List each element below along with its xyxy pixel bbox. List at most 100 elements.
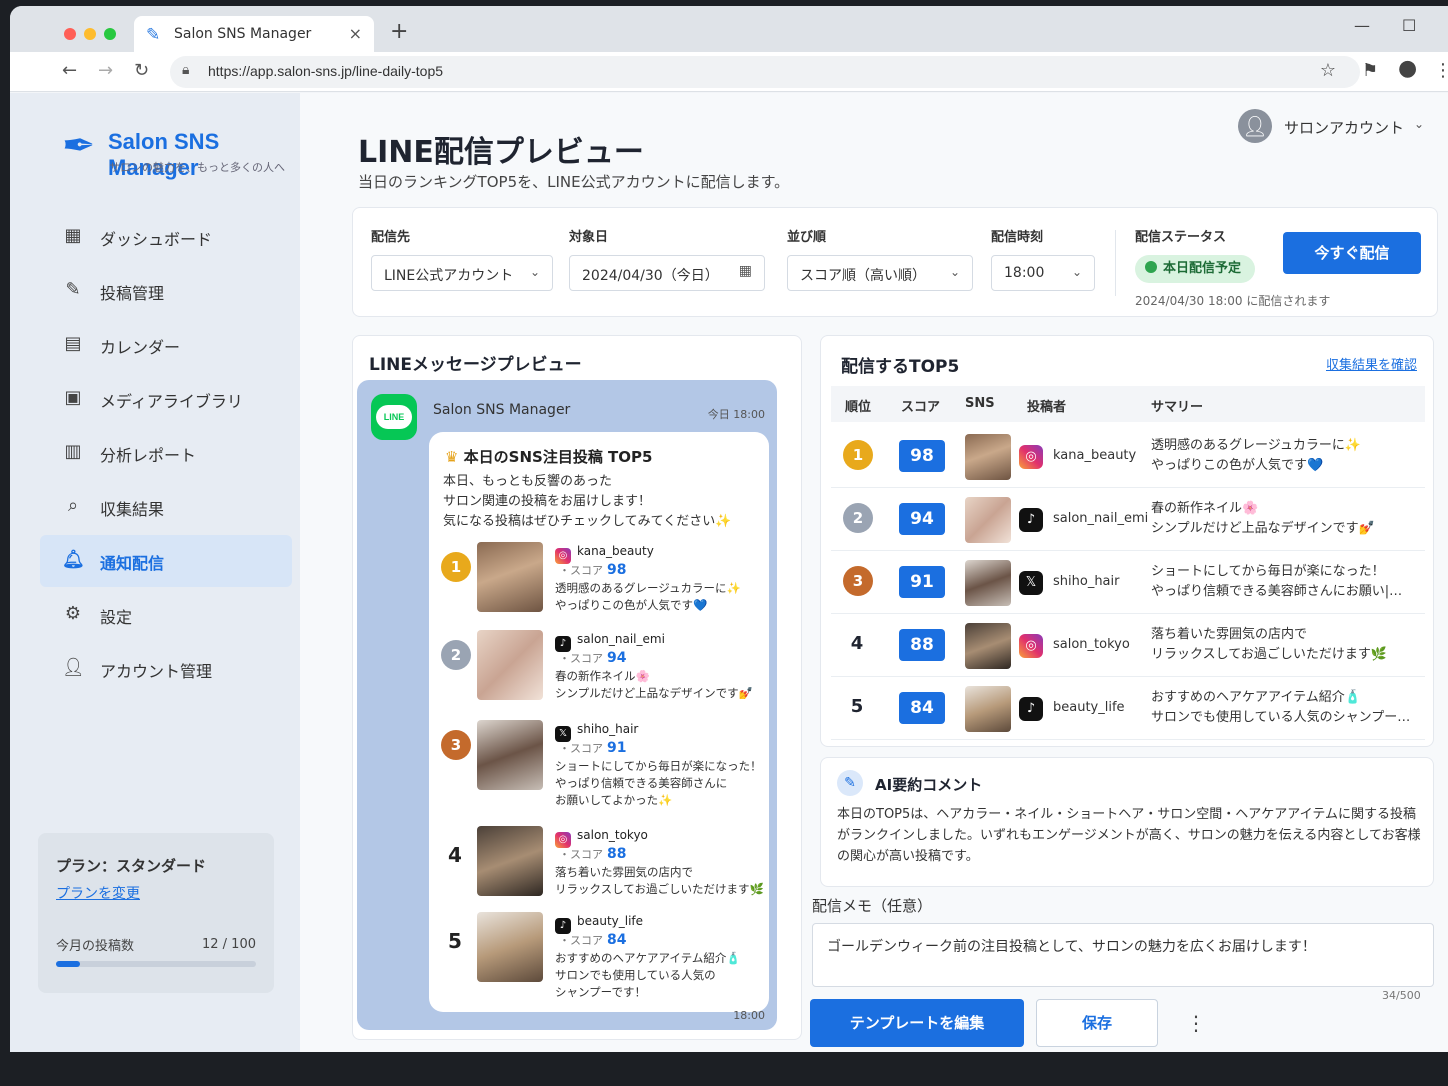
address-bar[interactable]: 🔒︎ https://app.salon-sns.jp/line-daily-t… <box>170 56 1360 88</box>
summary-line: シンプルだけど上品なデザインです💅 <box>555 686 753 700</box>
extension-icon[interactable]: ⚑ <box>1362 60 1378 81</box>
rank-medal-icon: 3 <box>843 566 873 596</box>
page-title: LINE配信プレビュー <box>358 135 644 170</box>
sidebar-item-settings[interactable]: ⚙ 設定 <box>40 589 292 641</box>
summary-line: シャンプーです！ <box>555 985 646 999</box>
forward-icon[interactable]: → <box>98 60 113 81</box>
search-icon: ⌕ <box>67 495 79 516</box>
score: ・スコア 94 <box>559 650 626 666</box>
date-picker[interactable]: 2024/04/30（今日） ▦ <box>569 255 765 291</box>
summary-line: 落ち着いた雰囲気の店内で <box>1151 627 1308 642</box>
reload-icon[interactable]: ↻ <box>134 60 149 81</box>
preview-entry: 1 ◎ kana_beauty ・スコア 98 透明感のあるグレージュカラーに✨ やっぱりこ… <box>437 542 763 626</box>
line-chat-area: LINE Salon SNS Manager 今日 18:00 ♛ 本日のSNS… <box>357 380 777 1030</box>
poster-name: salon_tokyo <box>577 828 648 842</box>
browser-tab-bar: ✎ Salon SNS Manager × + — ☐ <box>10 6 1448 52</box>
send-now-button[interactable]: 今すぐ配信 <box>1283 232 1421 274</box>
maximize-window-dot[interactable] <box>104 28 116 40</box>
poster: ◎ kana_beauty <box>555 544 654 564</box>
browser-toolbar: ← → ↻ 🔒︎ https://app.salon-sns.jp/line-d… <box>10 52 1448 92</box>
feather-logo-icon: ✒ <box>62 123 96 169</box>
lock-icon: 🔒︎ <box>182 62 190 78</box>
time-select[interactable]: 18:00 ⌄ <box>991 255 1095 291</box>
table-row[interactable]: 2 94 ♪ salon_nail_emi 春の新作ネイル🌸 シンプルだけど上品なデザイン… <box>831 489 1425 551</box>
table-row[interactable]: 5 84 ♪ beauty_life おすすめのヘアケアアイテム紹介🧴 サロンでも使用して… <box>831 678 1425 740</box>
summary-line: 透明感のあるグレージュカラーに✨ <box>1151 438 1362 453</box>
destination-group: 配信先 LINE公式アカウント ⌄ <box>371 226 553 291</box>
order-select[interactable]: スコア順（高い順） ⌄ <box>787 255 973 291</box>
restore-icon[interactable]: ☐ <box>1402 16 1416 35</box>
score: ・スコア 84 <box>559 932 626 948</box>
bubble-intro: 本日、もっとも反響のあった サロン関連の投稿をお届けします！ 気になる投稿はぜひ… <box>443 472 759 532</box>
date-group: 対象日 2024/04/30（今日） ▦ <box>569 226 765 291</box>
intro-line: 気になる投稿はぜひチェックしてみてください✨ <box>443 514 732 529</box>
memo-textarea[interactable]: ゴールデンウィーク前の注目投稿として、サロンの魅力を広くお届けします！ <box>812 923 1434 987</box>
poster: 𝕏shiho_hair <box>555 722 638 742</box>
back-icon[interactable]: ← <box>62 60 77 81</box>
browser-menu-icon[interactable]: ⋮ <box>1434 60 1448 81</box>
destination-select[interactable]: LINE公式アカウント ⌄ <box>371 255 553 291</box>
summary-line: リラックスしてお過ごしいただけます🌿 <box>555 882 764 896</box>
time-label: 配信時刻 <box>991 230 1044 245</box>
table-row[interactable]: 1 98 ◎ kana_beauty 透明感のあるグレージュカラーに✨ やっぱりこの色が人… <box>831 426 1425 488</box>
change-plan-link[interactable]: プランを変更 <box>56 883 140 903</box>
message-time: 18:00 <box>733 1009 765 1022</box>
time-value: 18:00 <box>1004 265 1045 281</box>
post-summary: 春の新作ネイル🌸 シンプルだけど上品なデザインです💅 <box>555 668 765 702</box>
line-preview-panel: LINEメッセージプレビュー LINE Salon SNS Manager 今日… <box>352 335 802 1040</box>
table-row[interactable]: 3 91 𝕏shiho_hair ショートにしてから毎日が楽になった！ やっぱり信頼でき… <box>831 552 1425 614</box>
minimize-window-dot[interactable] <box>84 28 96 40</box>
post-thumbnail <box>965 623 1011 669</box>
sidebar-item-results[interactable]: ⌕ 収集結果 <box>40 481 292 533</box>
post-summary: 透明感のあるグレージュカラーに✨ やっぱりこの色が人気です💙 <box>1151 436 1421 476</box>
sidebar-item-label: アカウント管理 <box>100 662 213 681</box>
summary-line: 透明感のあるグレージュカラーに✨ <box>555 581 741 595</box>
post-summary: 透明感のあるグレージュカラーに✨ やっぱりこの色が人気です💙 <box>555 580 765 614</box>
sidebar-item-account[interactable]: 👤︎ アカウント管理 <box>40 643 292 695</box>
minimize-icon[interactable]: — <box>1354 16 1370 35</box>
ai-summary-heading: AI要約コメント <box>875 776 983 794</box>
x-icon: 𝕏 <box>1019 571 1043 595</box>
post-edit-icon: ✎ <box>65 279 81 300</box>
save-button[interactable]: 保存 <box>1036 999 1158 1047</box>
summary-line: やっぱり信頼できる美容師さんにお願い|… <box>1151 584 1403 599</box>
table-row[interactable]: 4 88 ◎ salon_tokyo 落ち着いた雰囲気の店内で リラックスしてお過ごしいた… <box>831 615 1425 677</box>
view-results-link[interactable]: 収集結果を確認 <box>1326 354 1417 373</box>
bookmark-star-icon[interactable]: ☆ <box>1320 60 1336 81</box>
sidebar-item-calendar[interactable]: ▤ カレンダー <box>40 319 292 371</box>
new-tab-icon[interactable]: + <box>390 19 408 44</box>
chevron-down-icon: ⌄ <box>949 265 960 279</box>
score: ・スコア 91 <box>559 740 626 756</box>
sidebar-item-media[interactable]: ▣ メディアライブラリ <box>40 373 292 425</box>
summary-line: 春の新作ネイル🌸 <box>555 669 650 683</box>
sidebar-item-reports[interactable]: ▥ 分析レポート <box>40 427 292 479</box>
summary-line: ショートにしてから毎日が楽になった！ <box>555 759 762 773</box>
rank-number: 4 <box>448 843 462 867</box>
message-bubble: ♛ 本日のSNS注目投稿 TOP5 本日、もっとも反響のあった サロン関連の投稿… <box>429 432 769 1012</box>
score-badge: 88 <box>899 629 945 661</box>
close-tab-icon[interactable]: × <box>349 24 362 43</box>
sidebar-item-notifications[interactable]: 🔔︎ 通知配信 <box>40 535 292 587</box>
close-window-dot[interactable] <box>64 28 76 40</box>
more-options-icon[interactable]: ⋮ <box>1186 1011 1206 1035</box>
calendar-icon[interactable]: ▦ <box>739 263 752 279</box>
score: ・スコア 98 <box>559 562 626 578</box>
divider <box>1115 230 1116 296</box>
edit-template-button[interactable]: テンプレートを編集 <box>810 999 1024 1047</box>
sidebar-item-posts[interactable]: ✎ 投稿管理 <box>40 265 292 317</box>
profile-icon[interactable]: ● <box>1398 56 1417 81</box>
sidebar-item-dashboard[interactable]: ▦ ダッシュボード <box>40 211 292 263</box>
order-label: 並び順 <box>787 230 827 245</box>
account-name: サロンアカウント <box>1284 119 1405 137</box>
browser-tab[interactable]: ✎ Salon SNS Manager × <box>134 16 374 52</box>
summary-line: やっぱりこの色が人気です💙 <box>555 598 708 612</box>
status-badge: 本日配信予定 <box>1135 255 1256 283</box>
rank-medal-icon: 3 <box>441 730 471 760</box>
post-thumbnail <box>477 826 543 896</box>
preview-entry: 3 𝕏shiho_hair ・スコア 91 ショートにしてから毎日が楽になった！ やっぱり… <box>437 720 763 807</box>
crown-icon: ♛ <box>445 448 464 466</box>
url-text: https://app.salon-sns.jp/line-daily-top5 <box>208 63 444 79</box>
date-value: 2024/04/30（今日） <box>582 268 719 284</box>
preview-entry: 5 ♪ beauty_life ・スコア 84 おすすめのヘアケアアイテム紹介🧴 サロンでも… <box>437 912 763 999</box>
account-menu[interactable]: 👤︎ サロンアカウント ⌄ <box>1238 107 1428 147</box>
